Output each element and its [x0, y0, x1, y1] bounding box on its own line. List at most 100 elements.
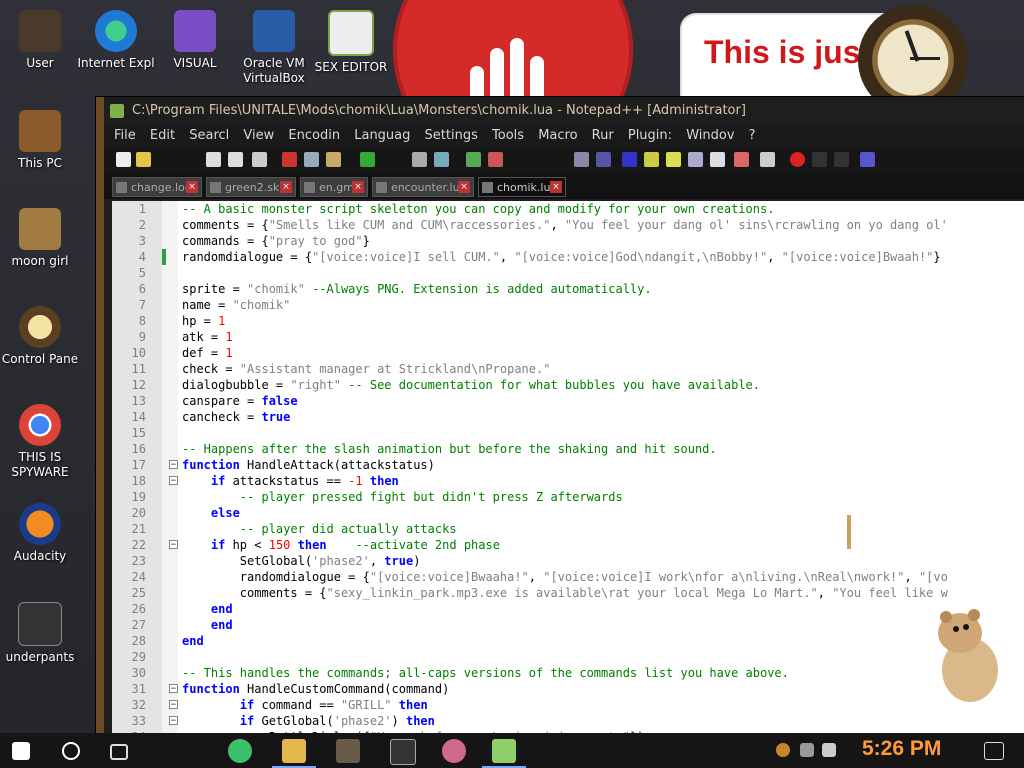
new-file-icon[interactable]	[116, 152, 131, 167]
menu-window[interactable]: Windov	[686, 125, 734, 147]
menu-settings[interactable]: Settings	[425, 125, 478, 147]
code-line[interactable]: 25 comments = {"sexy_linkin_park.mp3.exe…	[112, 585, 1024, 601]
desktop-icon-audacity[interactable]: Audacity	[0, 503, 80, 564]
fold-toggle-icon[interactable]: −	[169, 716, 178, 726]
paste-icon[interactable]	[326, 152, 341, 167]
wrap-icon[interactable]	[574, 152, 589, 167]
code-line[interactable]: 22 if hp < 150 then --activate 2nd phase	[112, 537, 1024, 553]
menu-help[interactable]: ?	[749, 125, 756, 147]
paint-app-icon[interactable]	[442, 739, 466, 763]
eye-icon[interactable]	[760, 152, 775, 167]
desktop-icon-control-panel[interactable]: Control Pane	[0, 306, 80, 367]
code-line[interactable]: 18 if attackstatus == -1 then	[112, 473, 1024, 489]
code-line[interactable]: 9 atk = 1	[112, 329, 1024, 345]
chat-app-icon[interactable]	[228, 739, 252, 763]
code-line[interactable]: 2 comments = {"Smells like CUM and CUM\ra…	[112, 217, 1024, 233]
tab-encounter-lua[interactable]: encounter.lua ×	[372, 177, 474, 197]
tab-change-log[interactable]: change.log ×	[112, 177, 202, 197]
undo-icon[interactable]	[360, 152, 375, 167]
zoom-out-icon[interactable]	[488, 152, 503, 167]
code-line[interactable]: 21 -- player did actually attacks	[112, 521, 1024, 537]
fold-toggle-icon[interactable]: −	[169, 684, 178, 694]
code-line[interactable]: 24 randomdialogue = {"[voice:voice]Bwaah…	[112, 569, 1024, 585]
playback-icon[interactable]	[834, 152, 849, 167]
task-view-icon[interactable]	[110, 744, 128, 760]
code-line[interactable]: 10 def = 1	[112, 345, 1024, 361]
desktop-icon-this-pc[interactable]: This PC	[0, 110, 80, 171]
tab-close-icon[interactable]: ×	[458, 181, 470, 193]
tab-close-icon[interactable]: ×	[352, 181, 364, 193]
record-macro-icon[interactable]	[734, 152, 749, 167]
print-icon[interactable]	[252, 152, 267, 167]
code-line[interactable]: 8 hp = 1	[112, 313, 1024, 329]
code-line[interactable]: 26 end	[112, 601, 1024, 617]
tab-green2-skin[interactable]: green2.skin ×	[206, 177, 296, 197]
code-line[interactable]: 30 -- This handles the commands; all-caps…	[112, 665, 1024, 681]
menu-search[interactable]: Searcl	[189, 125, 229, 147]
doc-map-icon[interactable]	[644, 152, 659, 167]
indent-guide-icon[interactable]	[622, 152, 637, 167]
menu-language[interactable]: Languag	[354, 125, 410, 147]
desktop-icon-virtualbox[interactable]: Oracle VM VirtualBox	[234, 10, 314, 86]
code-line[interactable]: 33 if GetGlobal('phase2') then	[112, 713, 1024, 729]
code-line[interactable]: 13 canspare = false	[112, 393, 1024, 409]
window-titlebar[interactable]: C:\Program Files\UNITALE\Mods\chomik\Lua…	[104, 97, 1024, 125]
close-all-icon[interactable]	[228, 152, 243, 167]
unity-taskbar-icon[interactable]	[390, 739, 416, 765]
fold-toggle-icon[interactable]: −	[169, 540, 178, 550]
code-line[interactable]: 17 function HandleAttack(attackstatus)	[112, 457, 1024, 473]
code-editor[interactable]: 1 -- A basic monster script skeleton you …	[112, 201, 1024, 733]
code-line[interactable]: 28 end	[112, 633, 1024, 649]
code-line[interactable]: 32 if command == "GRILL" then	[112, 697, 1024, 713]
code-line[interactable]: 15	[112, 425, 1024, 441]
code-line[interactable]: 12 dialogbubble = "right" -- See document…	[112, 377, 1024, 393]
tray-app-icon[interactable]	[776, 743, 790, 757]
code-line[interactable]: 7 name = "chomik"	[112, 297, 1024, 313]
code-line[interactable]: 27 end	[112, 617, 1024, 633]
menu-encoding[interactable]: Encodin	[288, 125, 340, 147]
volume-muted-icon[interactable]	[822, 743, 836, 757]
code-line[interactable]: 19 -- player pressed fight but didn't pr…	[112, 489, 1024, 505]
fold-toggle-icon[interactable]: −	[169, 476, 178, 486]
open-file-icon[interactable]	[136, 152, 151, 167]
windows-start-icon[interactable]	[12, 742, 30, 760]
menu-tools[interactable]: Tools	[492, 125, 524, 147]
code-line[interactable]: 16 -- Happens after the slash animation b…	[112, 441, 1024, 457]
code-line[interactable]: 20 else	[112, 505, 1024, 521]
search-icon[interactable]	[62, 742, 80, 760]
run-macro-multiple-icon[interactable]	[860, 152, 875, 167]
menu-view[interactable]: View	[243, 125, 274, 147]
menu-plugins[interactable]: Plugin:	[628, 125, 672, 147]
code-line[interactable]: 1 -- A basic monster script skeleton you …	[112, 201, 1024, 217]
tab-close-icon[interactable]: ×	[186, 181, 198, 193]
menu-file[interactable]: File	[114, 125, 136, 147]
code-line[interactable]: 23 SetGlobal('phase2', true)	[112, 553, 1024, 569]
desktop-icon-chrome[interactable]: THIS IS SPYWARE	[0, 404, 80, 480]
tab-close-icon[interactable]: ×	[280, 181, 292, 193]
function-list-icon[interactable]	[666, 152, 681, 167]
code-line[interactable]: 5	[112, 265, 1024, 281]
network-icon[interactable]	[800, 743, 814, 757]
code-line[interactable]: 6 sprite = "chomik" --Always PNG. Extensi…	[112, 281, 1024, 297]
desktop-icon-moon-girl[interactable]: moon girl	[0, 208, 80, 269]
desktop-icon-user[interactable]: User	[0, 10, 80, 71]
fold-toggle-icon[interactable]: −	[169, 700, 178, 710]
code-line[interactable]: 11 check = "Assistant manager at Strickla…	[112, 361, 1024, 377]
menu-edit[interactable]: Edit	[150, 125, 175, 147]
show-all-chars-icon[interactable]	[596, 152, 611, 167]
code-line[interactable]: 3 commands = {"pray to god"}	[112, 233, 1024, 249]
cut-icon[interactable]	[282, 152, 297, 167]
tab-close-icon[interactable]: ×	[550, 181, 562, 193]
taskbar-clock[interactable]: 5:26 PM	[862, 737, 941, 761]
zoom-in-icon[interactable]	[466, 152, 481, 167]
monitor-icon[interactable]	[710, 152, 725, 167]
notifications-icon[interactable]	[984, 742, 1004, 760]
find-icon[interactable]	[412, 152, 427, 167]
tab-en-gm[interactable]: en.gm ×	[300, 177, 368, 197]
desktop-icon-underpants[interactable]: underpants	[0, 602, 80, 665]
desktop-icon-visual-studio[interactable]: VISUAL	[155, 10, 235, 71]
copy-icon[interactable]	[304, 152, 319, 167]
code-line[interactable]: 31 function HandleCustomCommand(command)	[112, 681, 1024, 697]
replace-icon[interactable]	[434, 152, 449, 167]
menu-macro[interactable]: Macro	[538, 125, 577, 147]
